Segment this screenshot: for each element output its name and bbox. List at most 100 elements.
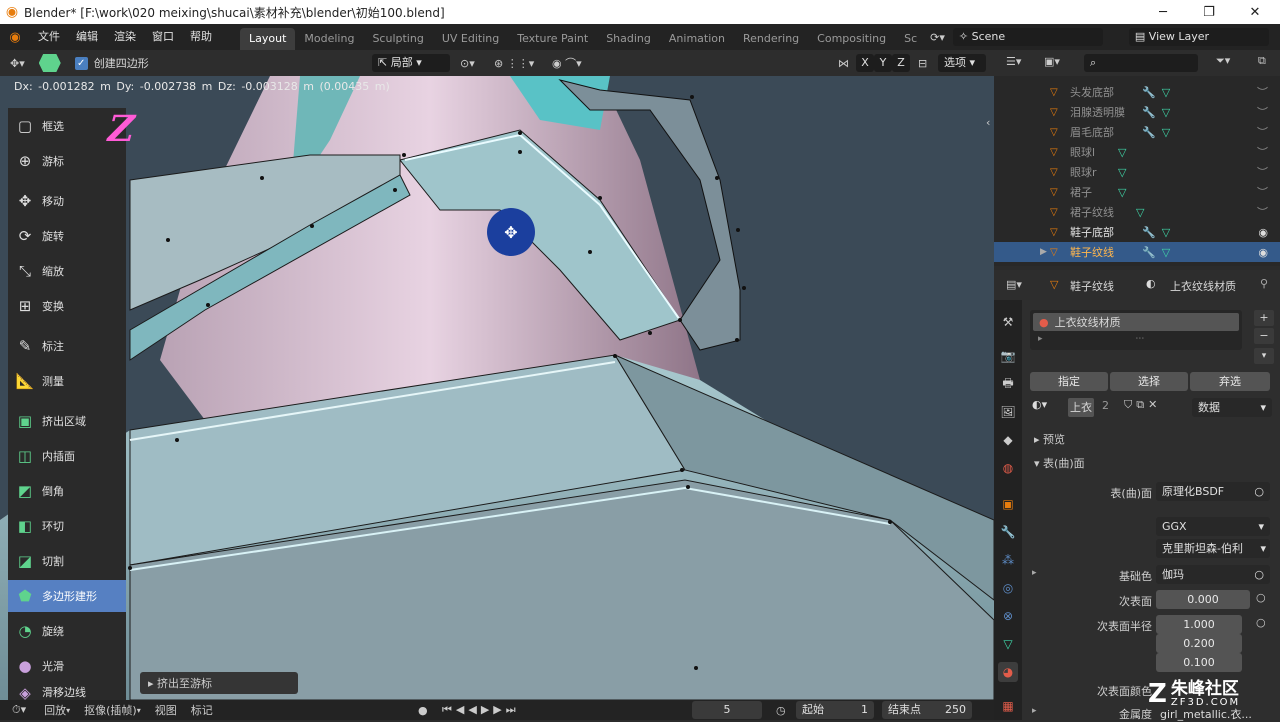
material-slot-list[interactable]: ● 上衣纹线材质 ▸ ⋯ xyxy=(1030,310,1242,350)
distribution-dropdown[interactable]: GGX ▾ xyxy=(1156,517,1270,536)
fake-user-icon[interactable]: ⛉⧉✕ xyxy=(1124,398,1161,412)
outliner-search-input[interactable]: ⌕ xyxy=(1084,54,1198,72)
axis-y-toggle[interactable]: Y xyxy=(874,54,892,72)
outliner-row[interactable]: ▽ 裙子纹线 ▽ ︶ xyxy=(994,202,1280,222)
blender-menu-icon[interactable]: ◉ xyxy=(0,30,30,45)
slot-specials-icon[interactable]: ▾ xyxy=(1254,348,1274,364)
subsurface-radius-x[interactable]: 1.000 xyxy=(1156,615,1242,634)
outliner-row[interactable]: ▽ 眉毛底部 🔧 ▽ ︶ xyxy=(994,122,1280,142)
editor-type-icon[interactable]: ✥▾ xyxy=(10,57,25,70)
outliner-editor-icon[interactable]: ☰▾ xyxy=(1006,55,1021,68)
outliner-row[interactable]: ▽ 鞋子底部 🔧 ▽ ◉ xyxy=(994,222,1280,242)
preview-panel[interactable]: ▸ 预览 xyxy=(1034,431,1065,447)
radius-socket-icon[interactable]: ○ xyxy=(1256,616,1266,629)
tab-shading[interactable]: Shading xyxy=(597,28,660,50)
3d-viewport[interactable] xyxy=(0,76,994,700)
tool-inset-faces[interactable]: ◫ 内插面 xyxy=(8,440,126,472)
tab-layout[interactable]: Layout xyxy=(240,28,296,50)
object-tab-icon[interactable]: ▣ xyxy=(998,494,1018,514)
subsurface-socket-icon[interactable]: ○ xyxy=(1256,591,1266,604)
outliner-row-selected[interactable]: ▶ ▽ 鞋子纹线 🔧 ▽ ◉ xyxy=(994,242,1280,262)
view-layer-tab-icon[interactable]: 🖼 xyxy=(998,402,1018,422)
auto-merge-icon[interactable]: ⊟ xyxy=(918,57,927,70)
orientation-dropdown[interactable]: ⇱ 局部 ▾ xyxy=(372,54,450,72)
material-name-field[interactable]: 上衣 xyxy=(1068,398,1094,417)
outliner-row[interactable]: ▽ 眼球l ▽ ︶ xyxy=(994,142,1280,162)
menu-help[interactable]: 帮助 xyxy=(182,24,220,50)
pivot-icon[interactable]: ⊙▾ xyxy=(460,57,475,70)
expand-arrow-icon[interactable]: ▶ xyxy=(1040,247,1047,257)
menu-render[interactable]: 渲染 xyxy=(106,24,144,50)
tab-texture-paint[interactable]: Texture Paint xyxy=(508,28,597,50)
workspace-dropdown-icon[interactable]: ⟳▾ xyxy=(930,31,945,44)
visibility-icon[interactable]: ︶ xyxy=(1257,184,1268,200)
outliner-row[interactable]: ▽ 头发底部 🔧 ▽ ︶ xyxy=(994,82,1280,102)
snap-icon[interactable]: ⊛ ⋮⋮▾ xyxy=(494,57,534,70)
visibility-icon[interactable]: ︶ xyxy=(1257,84,1268,100)
modifier-tab-icon[interactable]: 🔧 xyxy=(998,522,1018,542)
pin-icon[interactable]: ⚲ xyxy=(1260,277,1268,290)
view-layer-selector[interactable]: ▤ View Layer xyxy=(1128,28,1269,46)
particles-tab-icon[interactable]: ⁂ xyxy=(998,550,1018,570)
material-tab-icon[interactable]: ◕ xyxy=(998,662,1018,682)
marker-menu[interactable]: 标记 xyxy=(191,702,213,718)
data-tab-icon[interactable]: ▽ xyxy=(998,634,1018,654)
tab-rendering[interactable]: Rendering xyxy=(734,28,808,50)
surface-panel[interactable]: ▾ 表(曲)面 xyxy=(1034,455,1085,471)
tab-animation[interactable]: Animation xyxy=(660,28,734,50)
tab-sculpting[interactable]: Sculpting xyxy=(363,28,432,50)
surface-shader-field[interactable]: 原理化BSDF ○ xyxy=(1156,482,1270,501)
playback-menu[interactable]: 回放 xyxy=(44,702,66,718)
select-button[interactable]: 选择 xyxy=(1110,372,1188,391)
tool-smooth[interactable]: ● 光滑 xyxy=(8,650,126,682)
axis-z-toggle[interactable]: Z xyxy=(892,54,910,72)
create-quad-checkbox[interactable]: ✓ xyxy=(74,56,88,70)
render-tab-icon[interactable]: 📷 xyxy=(998,346,1018,366)
menu-edit[interactable]: 编辑 xyxy=(68,24,106,50)
proportional-edit-icon[interactable]: ◉ ⌒▾ xyxy=(552,55,582,71)
subsurface-radius-z[interactable]: 0.100 xyxy=(1156,653,1242,672)
axis-x-toggle[interactable]: X xyxy=(856,54,874,72)
menu-window[interactable]: 窗口 xyxy=(144,24,182,50)
filter-icon[interactable]: ⏷▾ xyxy=(1216,54,1230,68)
tool-measure[interactable]: 📐 测量 xyxy=(8,365,126,397)
material-slot-item[interactable]: ● 上衣纹线材质 xyxy=(1033,313,1239,331)
current-frame-field[interactable]: 5 xyxy=(692,701,762,719)
tab-scripting[interactable]: Sc xyxy=(895,28,926,50)
eye-icon[interactable]: ◉ xyxy=(1258,226,1268,239)
remove-slot-button[interactable]: − xyxy=(1254,328,1274,344)
scene-tab-icon[interactable]: ◆ xyxy=(998,430,1018,450)
close-button[interactable]: ✕ xyxy=(1232,0,1278,24)
physics-tab-icon[interactable]: ◎ xyxy=(998,578,1018,598)
visibility-icon[interactable]: ︶ xyxy=(1257,124,1268,140)
visibility-icon[interactable]: ︶ xyxy=(1257,164,1268,180)
clock-icon[interactable]: ◷ xyxy=(776,704,786,717)
subsurface-radius-y[interactable]: 0.200 xyxy=(1156,634,1242,653)
tool-extrude-region[interactable]: ▣ 挤出区域 xyxy=(8,405,126,437)
eye-icon[interactable]: ◉ xyxy=(1258,246,1268,259)
sidebar-toggle-icon[interactable]: ‹ xyxy=(986,116,990,129)
menu-file[interactable]: 文件 xyxy=(30,24,68,50)
move-gizmo-icon[interactable]: ✥ xyxy=(487,208,535,256)
list-expand-icon[interactable]: ▸ ⋯ xyxy=(1030,334,1242,344)
tab-modeling[interactable]: Modeling xyxy=(295,28,363,50)
tool-tab-icon[interactable]: ⚒ xyxy=(998,312,1018,332)
tool-transform[interactable]: ⊞ 变换 xyxy=(8,290,126,322)
new-collection-icon[interactable]: ⧉ xyxy=(1258,54,1266,68)
material-browse-icon[interactable]: ◐▾ xyxy=(1032,398,1047,411)
subsurface-value-field[interactable]: 0.000 xyxy=(1156,590,1250,609)
maximize-button[interactable]: ❐ xyxy=(1186,0,1232,24)
minimize-button[interactable]: ─ xyxy=(1140,0,1186,24)
scene-selector[interactable]: ✧ Scene xyxy=(952,28,1103,46)
world-tab-icon[interactable]: ◍ xyxy=(998,458,1018,478)
tool-edge-slide[interactable]: ◈ 滑移边线 xyxy=(8,684,126,700)
visibility-icon[interactable]: ︶ xyxy=(1257,104,1268,120)
metallic-expand-icon[interactable]: ▸ xyxy=(1032,706,1037,716)
outliner-row[interactable]: ▽ 泪腺透明膜 🔧 ▽ ︶ xyxy=(994,102,1280,122)
view-menu[interactable]: 视图 xyxy=(155,702,177,718)
properties-editor-icon[interactable]: ▤▾ xyxy=(1006,278,1022,291)
start-frame-field[interactable]: 起始 1 xyxy=(796,701,874,719)
end-frame-field[interactable]: 结束点 250 xyxy=(882,701,972,719)
deselect-button[interactable]: 弃选 xyxy=(1190,372,1270,391)
tool-spin[interactable]: ◔ 旋绕 xyxy=(8,615,126,647)
